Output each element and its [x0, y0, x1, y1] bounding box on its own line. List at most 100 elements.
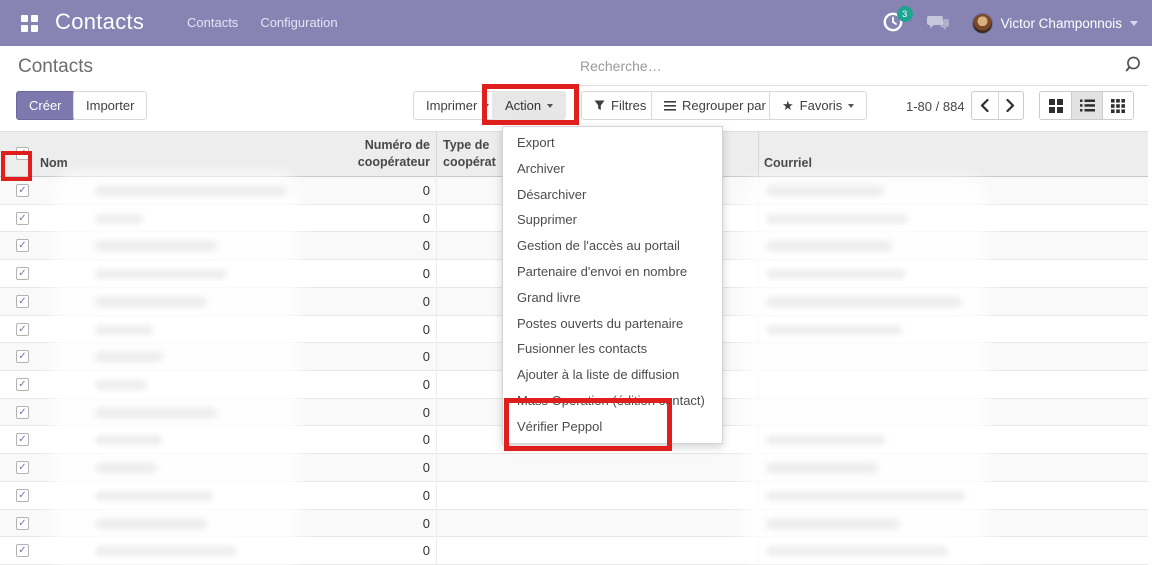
pager [971, 91, 1024, 120]
blurred-name [95, 297, 207, 307]
nav-item-contacts[interactable]: Contacts [187, 15, 238, 30]
view-switcher [1039, 91, 1134, 120]
search-input[interactable] [580, 52, 1100, 80]
menu-item-ajouter-a-la-liste-de-diffusion[interactable]: Ajouter à la liste de diffusion [503, 362, 722, 388]
star-icon: ★ [782, 99, 794, 112]
blurred-name [95, 325, 153, 335]
user-menu[interactable]: Victor Champonnois [972, 13, 1138, 34]
action-button[interactable]: Action [492, 91, 566, 120]
create-button[interactable]: Créer [16, 91, 75, 120]
menu-item-grand-livre[interactable]: Grand livre [503, 285, 722, 311]
action-dropdown: ExportArchiverDésarchiverSupprimerGestio… [502, 126, 723, 444]
coop-number-cell: 0 [330, 488, 430, 503]
row-checkbox[interactable]: ✓ [16, 212, 29, 225]
kanban-icon [1049, 99, 1063, 113]
column-divider [436, 132, 437, 177]
coop-number-cell: 0 [330, 294, 430, 309]
menu-item-desarchiver[interactable]: Désarchiver [503, 182, 722, 208]
activity-count-badge: 3 [897, 6, 913, 22]
print-button[interactable]: Imprimer [413, 91, 502, 120]
row-checkbox[interactable]: ✓ [16, 489, 29, 502]
grid-icon [1111, 99, 1125, 113]
coop-number-cell: 0 [330, 405, 430, 420]
coop-number-cell: 0 [330, 322, 430, 337]
table-row[interactable]: ✓0 [0, 482, 1148, 510]
coop-number-cell: 0 [330, 543, 430, 558]
coop-number-cell: 0 [330, 211, 430, 226]
row-checkbox[interactable]: ✓ [16, 378, 29, 391]
blurred-name [95, 352, 163, 362]
row-checkbox[interactable]: ✓ [16, 267, 29, 280]
blurred-name [95, 519, 207, 529]
app-title: Contacts [55, 9, 144, 35]
row-checkbox[interactable]: ✓ [16, 295, 29, 308]
grid-view-button[interactable] [1102, 92, 1133, 119]
coop-number-cell: 0 [330, 516, 430, 531]
messages-menu[interactable] [927, 14, 951, 32]
menu-item-verifier-peppol[interactable]: Vérifier Peppol [503, 414, 722, 440]
row-checkbox[interactable]: ✓ [16, 239, 29, 252]
menu-item-supprimer[interactable]: Supprimer [503, 207, 722, 233]
blurred-email [766, 269, 906, 279]
column-header-type-de-cooperateur[interactable]: Type de coopérat [443, 137, 505, 173]
activity-menu[interactable]: 3 [882, 11, 906, 35]
menu-item-fusionner-les-contacts[interactable]: Fusionner les contacts [503, 336, 722, 362]
column-divider [436, 177, 437, 565]
row-checkbox[interactable]: ✓ [16, 517, 29, 530]
pager-next-button[interactable] [998, 92, 1024, 119]
blurred-email [766, 297, 962, 307]
search-bar [575, 46, 1148, 86]
table-row[interactable]: ✓0 [0, 454, 1148, 482]
menu-item-mass-operation-edition-contact[interactable]: Mass Operation (édition contact) [503, 388, 722, 414]
kanban-view-button[interactable] [1040, 92, 1071, 119]
menu-item-gestion-de-l-acces-au-portail[interactable]: Gestion de l'accès au portail [503, 233, 722, 259]
menu-item-partenaire-d-envoi-en-nombre[interactable]: Partenaire d'envoi en nombre [503, 259, 722, 285]
coop-number-cell: 0 [330, 266, 430, 281]
chevron-down-icon [1130, 21, 1138, 26]
blurred-email [766, 519, 900, 529]
blurred-email [766, 435, 886, 445]
column-divider [758, 177, 759, 565]
blurred-name [95, 463, 157, 473]
column-header-courriel[interactable]: Courriel [764, 156, 812, 170]
contacts-app-window: Contacts Contacts Configuration 3 [0, 0, 1152, 565]
column-header-numero-de-cooperateur[interactable]: Numéro de coopérateur [330, 137, 430, 171]
import-button[interactable]: Importer [73, 91, 147, 120]
blurred-email [766, 491, 966, 501]
blurred-email [766, 546, 948, 556]
pager-previous-button[interactable] [972, 92, 998, 119]
table-row[interactable]: ✓0 [0, 510, 1148, 538]
breadcrumb[interactable]: Contacts [18, 56, 93, 78]
group-by-lines-icon [664, 101, 676, 111]
favorites-button[interactable]: ★ Favoris [769, 91, 867, 120]
chevron-down-icon [483, 104, 489, 108]
select-all-checkbox[interactable]: ✓ [16, 147, 29, 160]
search-icon[interactable] [1125, 55, 1144, 74]
funnel-icon [594, 100, 605, 111]
coop-number-cell: 0 [330, 377, 430, 392]
list-view-button[interactable] [1071, 92, 1102, 119]
blurred-name [95, 380, 147, 390]
chat-bubbles-icon [927, 14, 951, 32]
menu-item-export[interactable]: Export [503, 130, 722, 156]
topbar: Contacts Contacts Configuration 3 [0, 0, 1152, 46]
row-checkbox[interactable]: ✓ [16, 433, 29, 446]
blurred-email [766, 325, 902, 335]
row-checkbox[interactable]: ✓ [16, 184, 29, 197]
nav-item-configuration[interactable]: Configuration [260, 15, 337, 30]
row-checkbox[interactable]: ✓ [16, 461, 29, 474]
blurred-name [95, 491, 213, 501]
blurred-name [95, 241, 217, 251]
control-panel-top: Contacts [0, 46, 1152, 90]
menu-item-postes-ouverts-du-partenaire[interactable]: Postes ouverts du partenaire [503, 311, 722, 337]
row-checkbox[interactable]: ✓ [16, 406, 29, 419]
chevron-down-icon [848, 104, 854, 108]
row-checkbox[interactable]: ✓ [16, 323, 29, 336]
column-header-nom[interactable]: Nom [40, 156, 68, 170]
coop-number-cell: 0 [330, 349, 430, 364]
row-checkbox[interactable]: ✓ [16, 350, 29, 363]
menu-item-archiver[interactable]: Archiver [503, 156, 722, 182]
table-row[interactable]: ✓0 [0, 537, 1148, 565]
apps-menu-icon[interactable] [21, 15, 38, 32]
row-checkbox[interactable]: ✓ [16, 544, 29, 557]
